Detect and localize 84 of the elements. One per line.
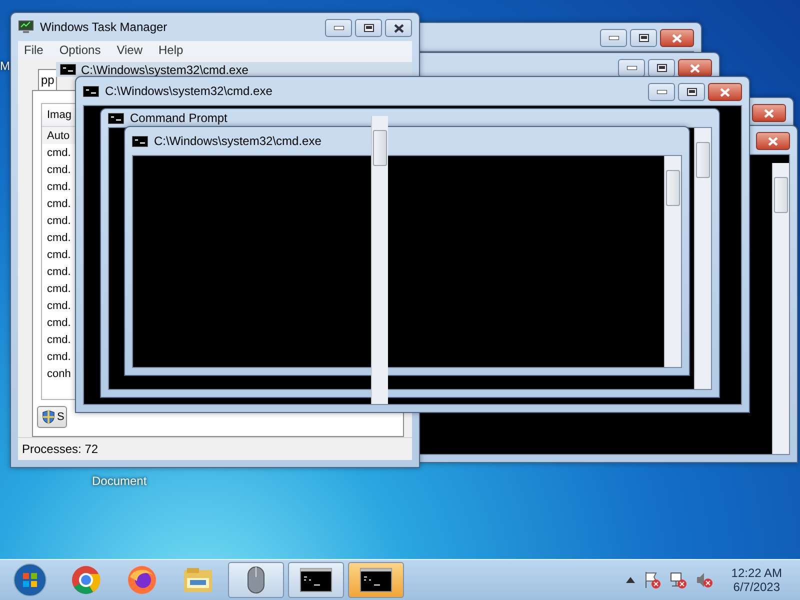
scrollbar[interactable] — [694, 128, 711, 389]
close-button[interactable] — [385, 19, 412, 37]
scrollbar[interactable] — [371, 116, 388, 404]
status-text: Processes: 72 — [18, 437, 412, 460]
window-title: C:\Windows\system32\cmd.exe — [81, 62, 248, 76]
table-cell: cmd. — [47, 232, 71, 244]
taskbar-button[interactable] — [228, 562, 284, 598]
minimize-button[interactable] — [600, 29, 627, 47]
minimize-icon — [334, 26, 344, 30]
menu-item[interactable]: Options — [59, 43, 101, 57]
minimize-icon — [656, 90, 666, 94]
close-button[interactable] — [660, 29, 694, 47]
menu-item[interactable]: File — [24, 43, 44, 57]
window-title: Command Prompt — [130, 111, 228, 125]
scrollbar[interactable] — [772, 163, 789, 454]
close-button[interactable] — [756, 132, 790, 150]
minimize-button[interactable] — [325, 19, 352, 37]
console-icon — [108, 112, 124, 124]
maximize-icon — [638, 34, 648, 42]
minimize-button[interactable] — [648, 83, 675, 101]
maximize-button[interactable] — [648, 59, 675, 77]
close-icon — [720, 88, 730, 96]
close-button[interactable] — [708, 83, 742, 101]
close-icon — [690, 64, 700, 72]
close-icon — [768, 136, 778, 146]
minimize-icon — [626, 66, 636, 70]
table-cell: cmd. — [47, 300, 71, 312]
shield-icon — [42, 409, 55, 425]
table-cell: cmd. — [47, 248, 71, 260]
close-button[interactable] — [678, 59, 712, 77]
console-icon — [360, 568, 392, 592]
console-icon — [132, 136, 148, 146]
table-cell: cmd. — [47, 164, 71, 176]
menu-item[interactable]: View — [116, 43, 142, 57]
maximize-icon — [364, 24, 374, 32]
desktop-icon-label[interactable]: M — [0, 59, 10, 73]
taskbar-button[interactable] — [288, 562, 344, 598]
maximize-icon — [686, 88, 696, 96]
window-title: C:\Windows\system32\cmd.exe — [154, 134, 322, 148]
folder-icon — [182, 566, 214, 594]
maximize-icon — [656, 64, 666, 72]
window-title: Windows Task Manager — [40, 20, 168, 34]
browser-icon — [127, 565, 157, 595]
table-cell: cmd. — [47, 214, 71, 226]
clock[interactable]: 12:22 AM 6/7/2023 — [731, 566, 782, 594]
table-cell: cmd. — [47, 266, 71, 278]
console-icon — [60, 64, 76, 75]
network-icon[interactable] — [669, 571, 688, 589]
table-cell: cmd. — [47, 316, 71, 328]
flag-icon[interactable] — [643, 571, 662, 589]
console-icon — [83, 86, 99, 96]
maximize-button[interactable] — [355, 19, 382, 37]
close-icon — [672, 34, 682, 42]
close-icon — [394, 24, 404, 32]
minimize-icon — [608, 36, 618, 40]
maximize-button[interactable] — [678, 83, 705, 101]
table-cell: Auto — [47, 130, 70, 142]
table-cell: cmd. — [47, 282, 71, 294]
console-icon — [300, 568, 332, 592]
table-cell: cmd. — [47, 146, 71, 158]
show-processes-button[interactable]: S — [37, 406, 68, 428]
clock-time: 12:22 AM — [731, 566, 782, 580]
table-cell: cmd. — [47, 198, 71, 210]
minimize-button[interactable] — [618, 59, 645, 77]
taskbar-button[interactable] — [348, 562, 404, 598]
window-title: C:\Windows\system32\cmd.exe — [105, 84, 272, 98]
clock-date: 6/7/2023 — [733, 580, 780, 594]
close-icon — [764, 108, 774, 118]
browser-icon — [71, 565, 101, 595]
scrollbar[interactable] — [664, 156, 681, 367]
table-cell: cmd. — [47, 180, 71, 192]
menu-item[interactable]: Help — [158, 43, 184, 57]
close-button[interactable] — [752, 104, 786, 122]
column-header[interactable]: Imag — [47, 109, 72, 121]
speaker-muted-icon[interactable] — [695, 571, 714, 589]
table-cell: cmd. — [47, 350, 71, 362]
monitor-icon — [18, 20, 34, 34]
tab[interactable]: pp — [38, 69, 58, 90]
up-arrow-icon[interactable] — [626, 577, 636, 583]
table-cell: cmd. — [47, 334, 71, 346]
start-orb-icon — [13, 563, 47, 597]
table-cell: conh — [47, 368, 71, 380]
maximize-button[interactable] — [630, 29, 657, 47]
mouse-icon — [247, 566, 265, 594]
